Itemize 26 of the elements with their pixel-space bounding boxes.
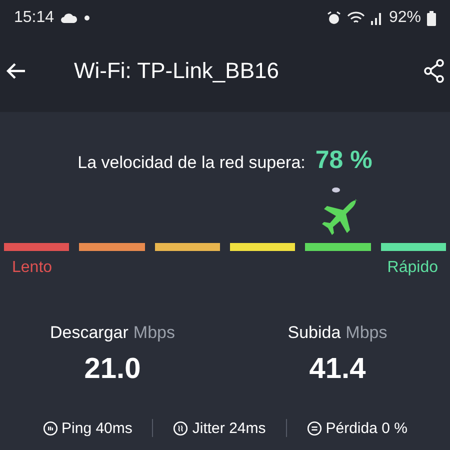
- battery-icon: [427, 10, 436, 26]
- slow-label: Lento: [12, 259, 52, 277]
- stat-label: Subida: [288, 323, 341, 343]
- stat-value: 21.0: [84, 353, 141, 386]
- stat-value: 41.4: [309, 353, 366, 386]
- fast-label: Rápido: [387, 259, 438, 277]
- battery-percent: 92%: [388, 9, 421, 27]
- cloud-icon: [60, 12, 78, 24]
- network-title: Wi-Fi: TP-Link_BB16: [74, 58, 280, 84]
- share-button[interactable]: [422, 57, 446, 85]
- signal-icon: [370, 11, 383, 25]
- status-time: 15:14: [14, 9, 54, 27]
- speed-percent: 78 %: [315, 146, 372, 175]
- alarm-icon: [326, 11, 341, 25]
- dot-icon: [84, 15, 90, 21]
- metric-text: Jitter 24ms: [192, 420, 266, 436]
- jitter-icon: [173, 420, 188, 436]
- stat-unit: Mbps: [133, 323, 175, 343]
- metric-text: Ping 40ms: [62, 420, 132, 436]
- speed-caption: La velocidad de la red supera:: [78, 153, 306, 173]
- wifi-icon: [346, 11, 365, 25]
- stat-label: Descargar: [50, 323, 128, 343]
- loss-icon: [306, 420, 322, 436]
- metric-text: Pérdida 0 %: [326, 420, 408, 436]
- ping-icon: [42, 420, 58, 436]
- stat-unit: Mbps: [346, 323, 388, 343]
